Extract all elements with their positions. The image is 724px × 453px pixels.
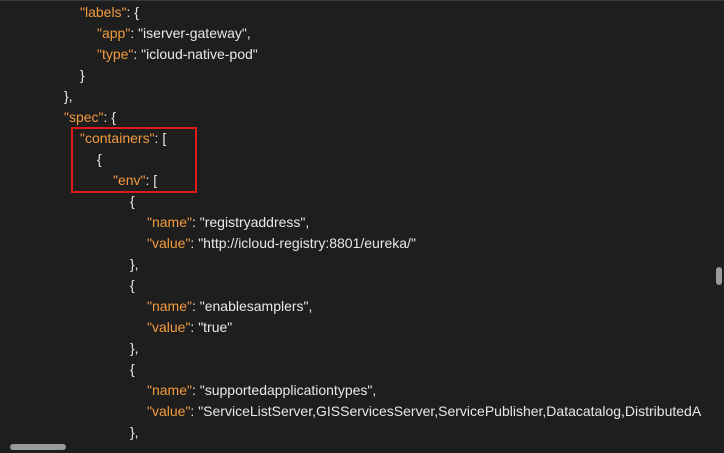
code-line: {: [130, 191, 135, 212]
json-rest: : "icloud-native-pod": [133, 46, 258, 62]
json-rest: {: [130, 193, 135, 209]
json-rest: : {: [103, 109, 116, 125]
json-rest: : "enablesamplers",: [191, 298, 313, 314]
code-line: {: [97, 149, 102, 170]
vertical-scrollbar[interactable]: [712, 1, 724, 442]
json-key: "value": [147, 319, 191, 335]
horizontal-scrollbar-thumb[interactable]: [10, 444, 66, 450]
json-rest: },: [130, 424, 139, 440]
code-line: "app": "iserver-gateway",: [97, 23, 251, 44]
code-line: "value": "http://icloud-registry:8801/eu…: [147, 233, 416, 254]
json-rest: : "true": [190, 319, 233, 335]
code-line: {: [130, 275, 135, 296]
code-line: "name": "registryaddress",: [147, 212, 309, 233]
code-line: },: [64, 86, 73, 107]
json-key: "type": [97, 46, 134, 62]
json-rest: },: [130, 256, 139, 272]
code-line: {: [130, 359, 135, 380]
json-rest: {: [130, 361, 135, 377]
code-area[interactable]: "labels": { "app": "iserver-gateway", "t…: [0, 1, 712, 442]
code-line: "env": [: [113, 170, 157, 191]
json-rest: }: [80, 67, 85, 83]
code-line: "name": "enablesamplers",: [147, 296, 312, 317]
json-rest: : "registryaddress",: [191, 214, 310, 230]
code-line: "name": "supportedapplicationtypes",: [147, 380, 376, 401]
code-line: "type": "icloud-native-pod": [97, 44, 258, 65]
json-key: "labels": [80, 4, 127, 20]
json-rest: },: [64, 88, 73, 104]
code-line: },: [130, 254, 139, 275]
code-line: "containers": [: [80, 128, 166, 149]
json-key: "name": [147, 298, 192, 314]
code-line: }: [80, 65, 85, 86]
json-key: "app": [97, 25, 131, 41]
json-rest: : "iserver-gateway",: [130, 25, 251, 41]
json-key: "spec": [64, 109, 104, 125]
code-line: "spec": {: [64, 107, 116, 128]
code-line: "labels": {: [80, 2, 139, 23]
json-key: "name": [147, 382, 192, 398]
json-key: "value": [147, 235, 191, 251]
json-key: "containers": [80, 130, 155, 146]
code-line: },: [130, 422, 139, 442]
json-key: "env": [113, 172, 146, 188]
code-line: },: [130, 338, 139, 359]
json-rest: },: [130, 340, 139, 356]
code-line: "value": "true": [147, 317, 232, 338]
json-rest: : [: [145, 172, 158, 188]
code-line: "value": "ServiceListServer,GISServicesS…: [147, 401, 701, 422]
json-rest: {: [97, 151, 102, 167]
json-rest: : [: [154, 130, 167, 146]
json-key: "value": [147, 403, 191, 419]
json-rest: : {: [126, 4, 139, 20]
json-rest: {: [130, 277, 135, 293]
json-key: "name": [147, 214, 192, 230]
horizontal-scrollbar[interactable]: [0, 441, 724, 453]
editor-window: "labels": { "app": "iserver-gateway", "t…: [0, 0, 724, 453]
json-rest: : "supportedapplicationtypes",: [191, 382, 377, 398]
vertical-scrollbar-thumb[interactable]: [716, 267, 722, 285]
json-rest: : "ServiceListServer,GISServicesServer,S…: [190, 403, 702, 419]
json-rest: : "http://icloud-registry:8801/eureka/": [190, 235, 416, 251]
